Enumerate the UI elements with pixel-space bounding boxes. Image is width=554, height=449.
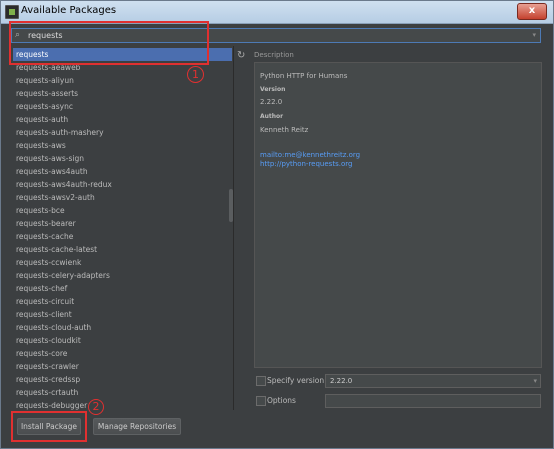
list-item[interactable]: requests-bce	[13, 204, 232, 217]
list-item[interactable]: requests-aws-sign	[13, 152, 232, 165]
version-value: 2.22.0	[260, 98, 283, 106]
options-checkbox[interactable]	[256, 396, 266, 406]
options-input[interactable]	[325, 394, 541, 408]
package-list[interactable]: requests requests-aeaweb requests-aliyun re…	[13, 48, 232, 410]
list-item[interactable]: requests-auth-mashery	[13, 126, 232, 139]
available-packages-window: Available Packages x ⌕ requests ▾ reques…	[0, 0, 554, 449]
list-item[interactable]: requests-client	[13, 308, 232, 321]
annotation-box-install	[11, 411, 87, 442]
chevron-down-icon[interactable]: ▾	[532, 29, 536, 42]
list-item[interactable]: requests-aws	[13, 139, 232, 152]
list-item[interactable]: requests-aws4auth	[13, 165, 232, 178]
list-item[interactable]: requests-auth	[13, 113, 232, 126]
list-item[interactable]: requests-core	[13, 347, 232, 360]
annotation-number-1: 1	[187, 66, 204, 83]
package-summary: Python HTTP for Humans	[260, 72, 348, 80]
description-panel: Python HTTP for Humans Version 2.22.0 Au…	[254, 62, 542, 368]
specify-version-checkbox[interactable]	[256, 376, 266, 386]
refresh-icon[interactable]: ↻	[237, 50, 245, 61]
specify-version-label: Specify version	[267, 376, 325, 385]
list-item[interactable]: requests-asserts	[13, 87, 232, 100]
list-item[interactable]: requests-celery-adapters	[13, 269, 232, 282]
description-label: Description	[254, 51, 294, 59]
manage-repositories-button[interactable]: Manage Repositories	[93, 418, 181, 435]
version-select[interactable]: 2.22.0 ▾	[325, 374, 541, 388]
version-heading: Version	[260, 86, 286, 93]
list-item[interactable]: requests-cloudkit	[13, 334, 232, 347]
author-value: Kenneth Reitz	[260, 126, 309, 134]
list-item[interactable]: requests-credssp	[13, 373, 232, 386]
chevron-down-icon[interactable]: ▾	[533, 375, 537, 387]
list-item[interactable]: requests-ccwienk	[13, 256, 232, 269]
author-email-link[interactable]: mailto:me@kennethreitz.org	[260, 151, 360, 159]
list-item[interactable]: requests-chef	[13, 282, 232, 295]
list-item[interactable]: requests-crtauth	[13, 386, 232, 399]
list-item[interactable]: requests-bearer	[13, 217, 232, 230]
annotation-box-search	[9, 21, 209, 65]
window-title: Available Packages	[21, 5, 117, 16]
list-item[interactable]: requests-cloud-auth	[13, 321, 232, 334]
list-item[interactable]: requests-awsv2-auth	[13, 191, 232, 204]
app-icon	[5, 5, 19, 19]
list-item[interactable]: requests-circuit	[13, 295, 232, 308]
annotation-number-2: 2	[88, 399, 104, 415]
list-item[interactable]: requests-debugger	[13, 399, 232, 410]
close-button[interactable]: x	[517, 3, 547, 20]
options-label: Options	[267, 396, 296, 405]
list-divider	[233, 46, 251, 410]
list-item[interactable]: requests-crawler	[13, 360, 232, 373]
version-select-value: 2.22.0	[330, 377, 353, 385]
list-item[interactable]: requests-async	[13, 100, 232, 113]
author-heading: Author	[260, 113, 284, 120]
list-item[interactable]: requests-cache-latest	[13, 243, 232, 256]
list-item[interactable]: requests-cache	[13, 230, 232, 243]
homepage-link[interactable]: http://python-requests.org	[260, 160, 352, 168]
list-item[interactable]: requests-aws4auth-redux	[13, 178, 232, 191]
